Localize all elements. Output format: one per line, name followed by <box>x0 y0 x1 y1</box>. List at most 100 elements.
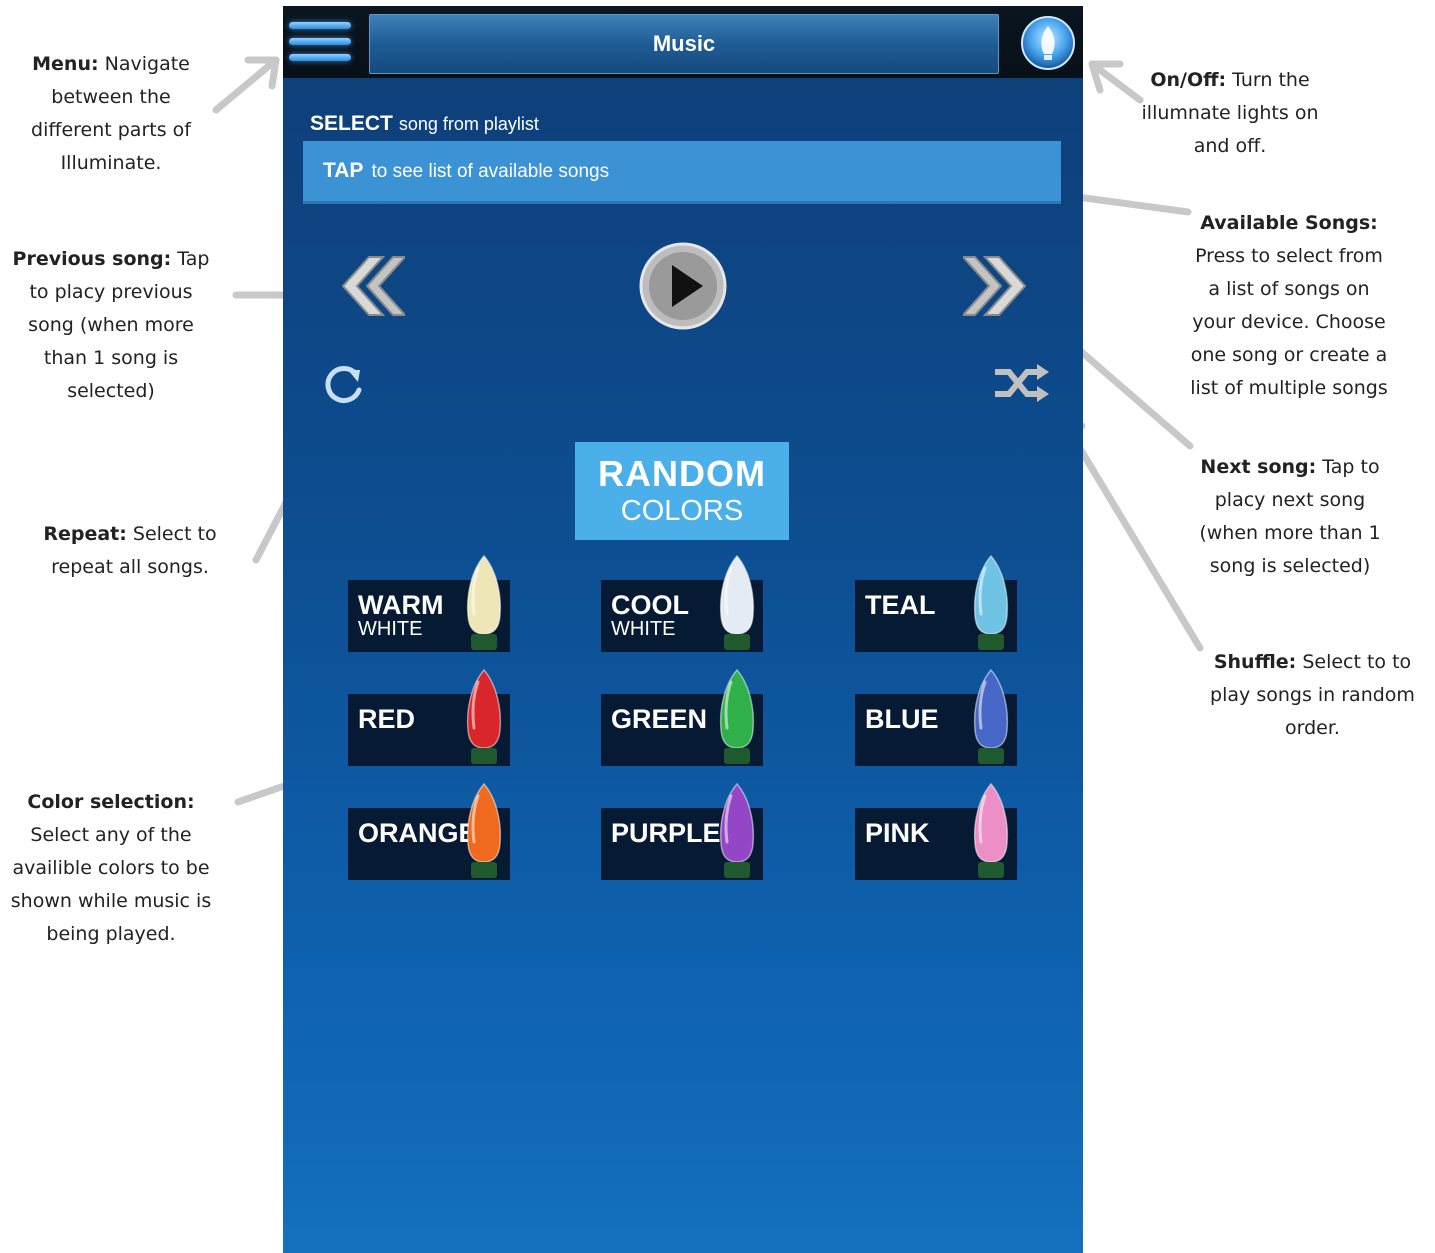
annotation-text: Illuminate. <box>60 152 162 174</box>
annotation-text: Navigate <box>104 53 190 75</box>
annotation-text: availible colors to be <box>12 857 210 879</box>
annotation-text: Turn the <box>1232 69 1310 91</box>
cool-white-bulb-icon <box>719 554 755 650</box>
random-line-2: COLORS <box>620 495 744 527</box>
color-name: COOL <box>611 590 689 620</box>
annotation-available-songs: Available Songs: Press to select from a … <box>1170 207 1408 405</box>
annotation-text: list of multiple songs <box>1190 377 1388 399</box>
annotation-text: Tap to <box>1322 456 1380 478</box>
random-line-1: RANDOM <box>598 453 766 494</box>
color-button-red[interactable]: RED <box>348 668 510 766</box>
annotation-text: a list of songs on <box>1208 278 1370 300</box>
annotation-text: your device. Choose <box>1192 311 1386 333</box>
color-subname: WHITE <box>611 618 676 640</box>
color-button-warm-white[interactable]: WARM WHITE <box>348 554 510 652</box>
annotation-text: to placy previous <box>29 281 193 303</box>
teal-bulb-icon <box>973 554 1009 650</box>
color-name: BLUE <box>865 704 939 734</box>
shuffle-button[interactable] <box>993 360 1051 406</box>
color-name: ORANGE <box>358 818 477 848</box>
color-button-teal[interactable]: TEAL <box>855 554 1017 652</box>
color-subname: WHITE <box>358 618 423 640</box>
color-button-cool-white[interactable]: COOL WHITE <box>601 554 763 652</box>
shuffle-icon <box>995 364 1049 402</box>
menu-button[interactable] <box>289 18 351 66</box>
page-title: Music <box>369 14 999 74</box>
annotation-text: song (when more <box>28 314 194 336</box>
annotation-text: (when more than 1 <box>1199 522 1381 544</box>
color-button-green[interactable]: GREEN <box>601 668 763 766</box>
annotation-text: Press to select from <box>1195 245 1383 267</box>
annotation-text: placy next song <box>1214 489 1366 511</box>
color-name: PINK <box>865 818 930 848</box>
color-name: RED <box>358 704 416 734</box>
red-bulb-icon <box>466 668 502 764</box>
annotation-title: Shuffle: <box>1213 651 1297 673</box>
play-icon <box>639 242 727 330</box>
phone-screen: Music SELECT song from playlist TAP to see… <box>283 6 1083 1253</box>
tap-rest-text: to see list of available songs <box>371 161 610 182</box>
warm-white-bulb-icon <box>466 554 502 650</box>
annotation-title: Next song: <box>1200 456 1317 478</box>
color-name: WARM <box>358 590 444 620</box>
annotation-menu: Menu: Navigate between the different par… <box>28 48 194 180</box>
annotation-text: Select to to <box>1302 651 1412 673</box>
annotation-color-selection: Color selection: Select any of the avail… <box>4 786 218 951</box>
select-rest-text: song from playlist <box>398 114 539 134</box>
annotation-previous-song: Previous song: Tap to placy previous son… <box>10 243 212 408</box>
power-toggle-button[interactable] <box>1021 16 1075 70</box>
annotation-title: Color selection: <box>27 791 195 813</box>
repeat-icon <box>325 366 362 404</box>
pink-bulb-icon <box>973 782 1009 878</box>
color-name: PURPLE <box>611 818 721 848</box>
next-song-button[interactable] <box>960 253 1033 319</box>
annotation-shuffle: Shuffle: Select to to play songs in rand… <box>1200 646 1425 745</box>
hamburger-icon <box>289 22 351 29</box>
annotation-text: shown while music is <box>10 890 212 912</box>
annotation-text: selected) <box>67 380 155 402</box>
annotation-title: On/Off: <box>1150 69 1227 91</box>
fast-forward-icon <box>960 256 1027 316</box>
annotation-title: Available Songs: <box>1200 212 1378 234</box>
hamburger-icon <box>289 54 351 61</box>
annotation-next-song: Next song: Tap to placy next song (when … <box>1180 451 1400 583</box>
blue-bulb-icon <box>973 668 1009 764</box>
annotation-text: than 1 song is <box>43 347 179 369</box>
color-button-orange[interactable]: ORANGE <box>348 782 510 880</box>
color-button-pink[interactable]: PINK <box>855 782 1017 880</box>
annotation-text: between the <box>51 86 171 108</box>
annotation-text: illumnate lights on <box>1141 102 1319 124</box>
annotation-title: Menu: <box>32 53 99 75</box>
annotation-text: being played. <box>46 923 176 945</box>
annotation-text: order. <box>1285 717 1340 739</box>
annotation-text: and off. <box>1193 135 1267 157</box>
repeat-button[interactable] <box>318 360 368 410</box>
annotation-text: song is selected) <box>1209 555 1371 577</box>
color-name: TEAL <box>865 590 936 620</box>
annotation-repeat: Repeat: Select to repeat all songs. <box>28 518 232 584</box>
annotation-text: different parts of <box>31 119 191 141</box>
play-button[interactable] <box>639 242 727 330</box>
select-song-label: SELECT song from playlist <box>310 112 539 136</box>
annotation-text: Select any of the <box>30 824 192 846</box>
hamburger-icon <box>289 38 351 45</box>
annotation-title: Previous song: <box>12 248 172 270</box>
tap-strong-text: TAP <box>323 159 364 182</box>
annotation-text: one song or create a <box>1190 344 1388 366</box>
top-bar: Music <box>283 6 1083 78</box>
annotation-text: Tap <box>177 248 210 270</box>
color-button-purple[interactable]: PURPLE <box>601 782 763 880</box>
color-name: GREEN <box>611 704 708 734</box>
annotation-title: Repeat: <box>43 523 127 545</box>
green-bulb-icon <box>719 668 755 764</box>
annotation-text: Select to <box>132 523 217 545</box>
annotation-onoff: On/Off: Turn the illumnate lights on and… <box>1130 64 1330 163</box>
previous-song-button[interactable] <box>335 253 408 319</box>
color-button-blue[interactable]: BLUE <box>855 668 1017 766</box>
random-colors-button[interactable]: RANDOM COLORS <box>575 442 789 540</box>
annotation-text: repeat all songs. <box>51 556 209 578</box>
available-songs-button[interactable]: TAP to see list of available songs <box>303 141 1061 204</box>
bulb-icon <box>1041 26 1055 60</box>
purple-bulb-icon <box>719 782 755 878</box>
rewind-icon <box>341 256 408 316</box>
